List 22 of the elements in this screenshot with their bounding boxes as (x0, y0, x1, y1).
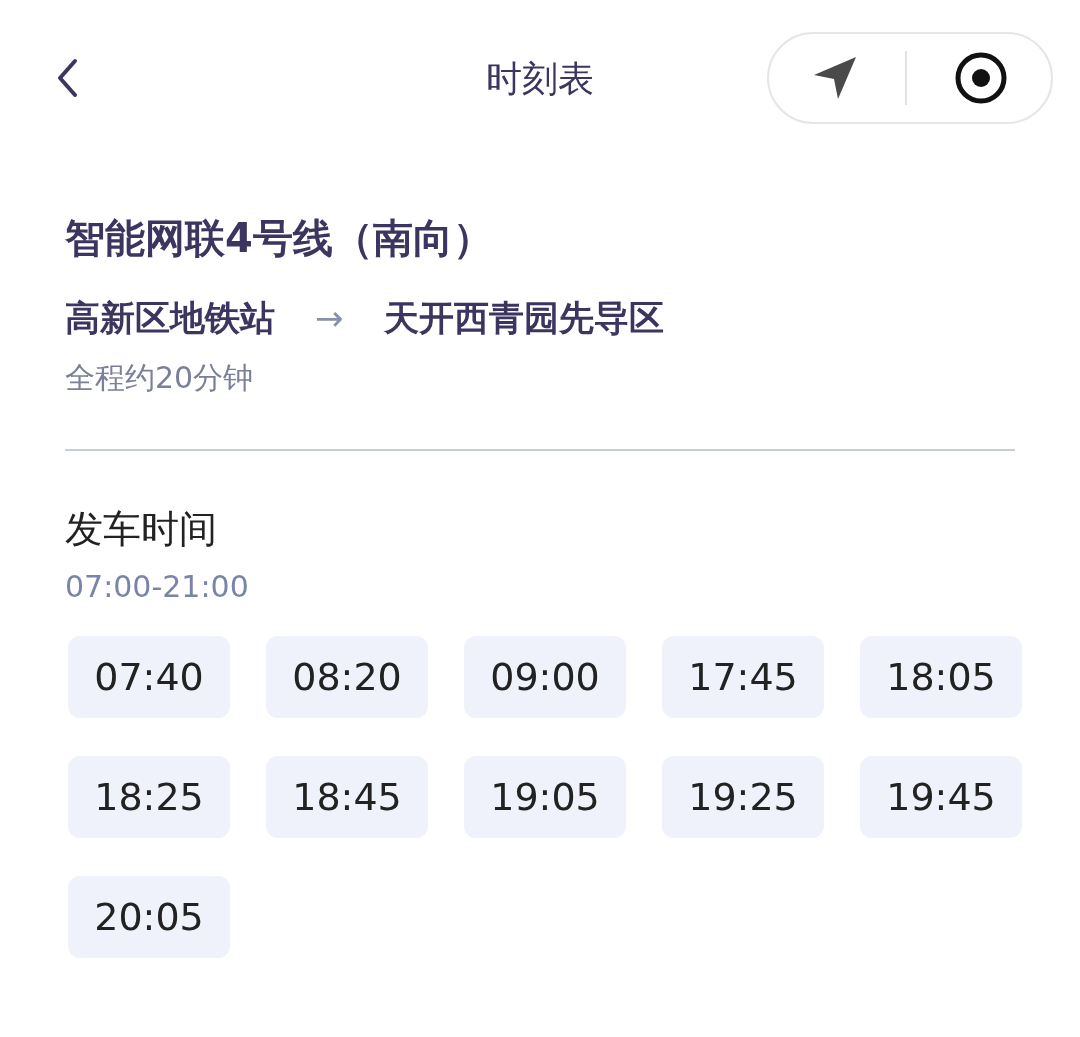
trip-duration: 全程约20分钟 (65, 359, 255, 397)
origin-stop: 高新区地铁站 (65, 297, 275, 340)
departure-time: 19:05 (464, 756, 626, 838)
departure-time: 18:25 (68, 756, 230, 838)
departure-time: 19:25 (662, 756, 824, 838)
departure-time: 18:05 (860, 636, 1022, 718)
destination-stop: 天开西青园先导区 (383, 297, 664, 340)
line-name: 智能网联4号线（南向） (65, 214, 494, 263)
departure-time: 09:00 (464, 636, 626, 718)
departure-time: 18:45 (266, 756, 428, 838)
departure-time: 07:40 (68, 636, 230, 718)
location-arrow-icon[interactable] (812, 55, 859, 101)
departure-time: 20:05 (68, 876, 230, 958)
section-heading: 发车时间 (65, 506, 218, 553)
departure-time: 19:45 (860, 756, 1022, 838)
departure-time: 17:45 (662, 636, 824, 718)
back-icon[interactable] (55, 58, 79, 98)
route-arrow: → (315, 297, 344, 340)
service-hours: 07:00-21:00 (65, 569, 250, 604)
departure-time: 08:20 (266, 636, 428, 718)
page-title: 时刻表 (486, 57, 594, 101)
target-icon[interactable] (953, 51, 1008, 105)
